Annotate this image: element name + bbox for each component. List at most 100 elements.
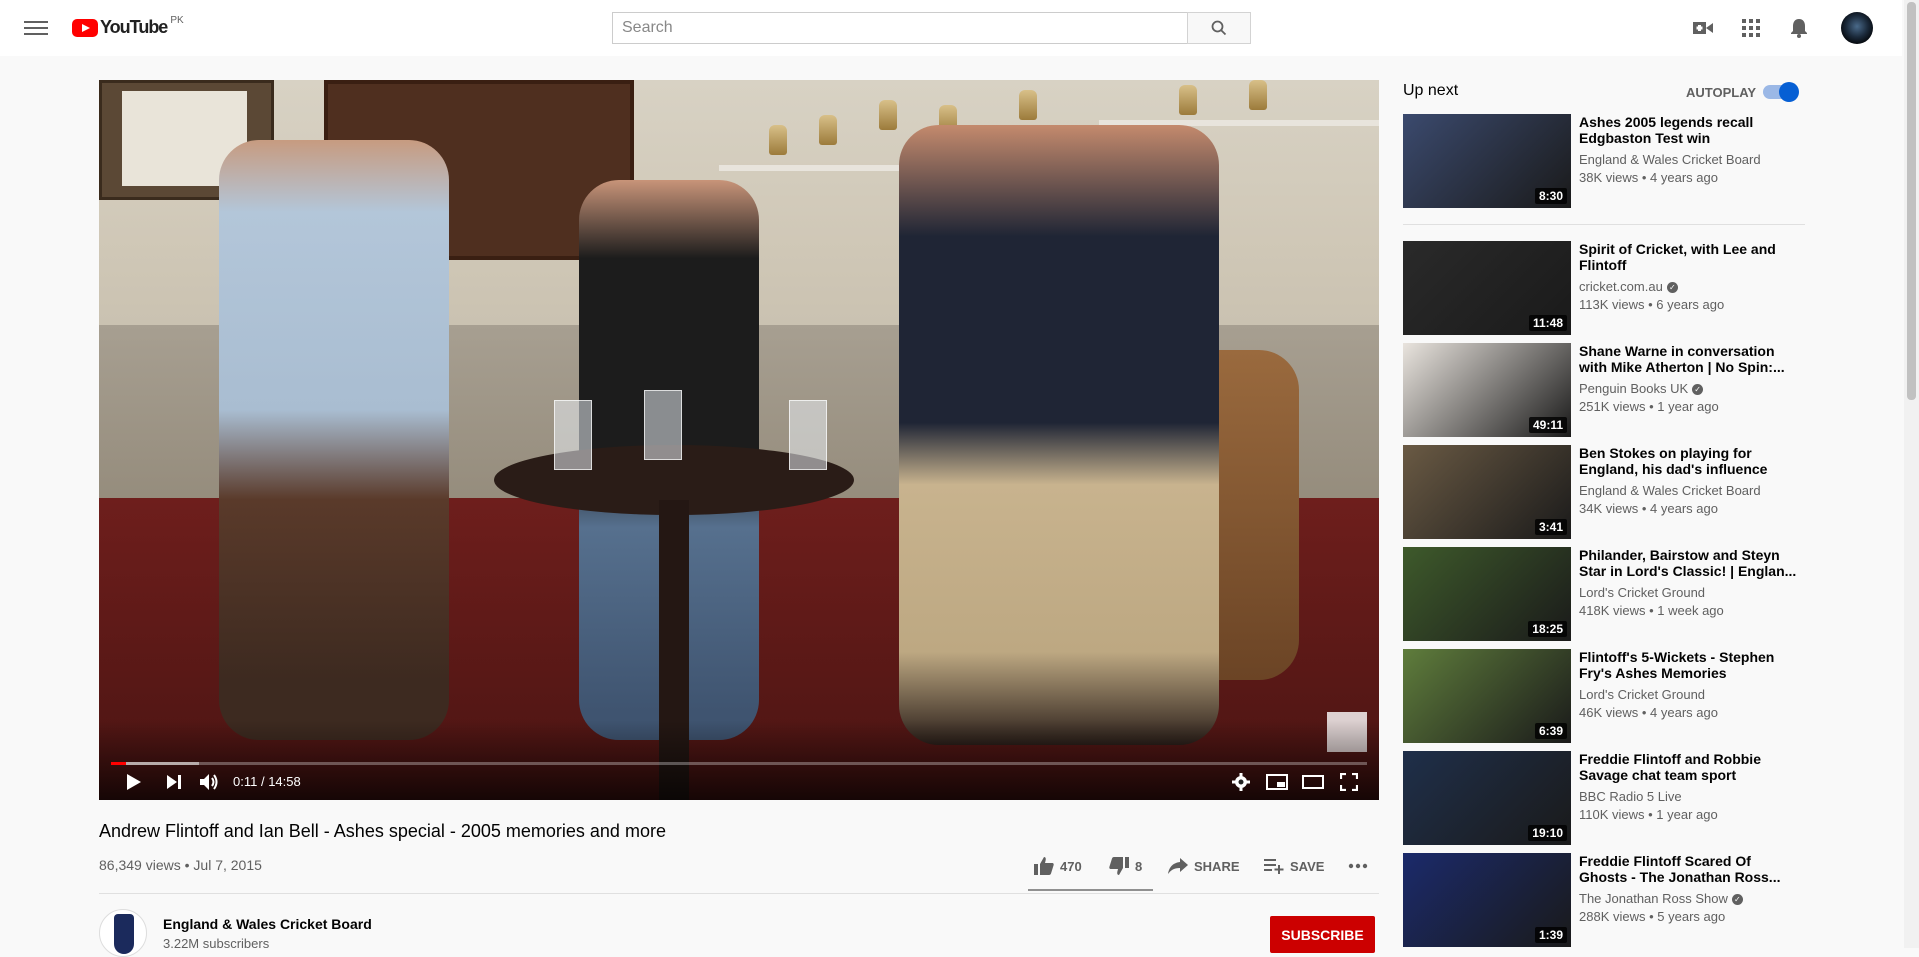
subscriber-count: 3.22M subscribers [163,936,270,951]
video-thumbnail[interactable]: 8:30 [1403,114,1571,208]
youtube-logo-icon [72,19,98,37]
masthead: YouTube PK Search [0,0,1902,56]
recommended-meta: 110K views • 1 year ago [1579,807,1718,822]
recommended-title[interactable]: Shane Warne in conversation with Mike At… [1579,343,1797,375]
notifications-icon[interactable] [1787,16,1811,40]
progress-bar[interactable] [111,762,1367,765]
recommended-video[interactable]: 6:39 Flintoff's 5-Wickets - Stephen Fry's… [1403,649,1805,743]
duration-badge: 8:30 [1534,188,1567,204]
channel-name[interactable]: England & Wales Cricket Board [163,916,372,932]
country-code: PK [170,15,184,26]
recommended-title[interactable]: Spirit of Cricket, with Lee and Flintoff [1579,241,1797,273]
fullscreen-icon [1340,773,1358,791]
recommended-title[interactable]: Ben Stokes on playing for England, his d… [1579,445,1797,477]
like-button[interactable]: 470 [1034,854,1082,878]
recommended-channel[interactable]: England & Wales Cricket Board [1579,152,1797,167]
duration-badge: 11:48 [1528,315,1567,331]
search-button[interactable] [1187,12,1251,44]
duration-badge: 6:39 [1534,723,1567,739]
recommended-video[interactable]: 11:48 Spirit of Cricket, with Lee and Fli… [1403,241,1805,335]
verified-icon: ✓ [1666,282,1678,294]
next-icon [167,775,181,789]
recommended-title[interactable]: Flintoff's 5-Wickets - Stephen Fry's Ash… [1579,649,1797,681]
recommended-channel[interactable]: Penguin Books UK ✓ [1579,381,1797,396]
volume-icon [200,774,218,790]
duration-badge: 3:41 [1534,519,1567,535]
recommended-channel[interactable]: England & Wales Cricket Board [1579,483,1797,498]
verified-icon: ✓ [1731,894,1743,906]
recommended-title[interactable]: Philander, Bairstow and Steyn Star in Lo… [1579,547,1797,579]
recommended-meta: 46K views • 4 years ago [1579,705,1718,720]
verified-icon: ✓ [1692,384,1704,396]
channel-avatar[interactable] [99,909,147,957]
account-avatar[interactable] [1841,12,1873,44]
recommended-channel[interactable]: The Jonathan Ross Show ✓ [1579,891,1797,906]
theater-icon [1302,775,1324,789]
autoplay-label: AUTOPLAY [1686,85,1757,100]
more-actions-button[interactable] [1348,854,1374,878]
recommended-channel[interactable]: Lord's Cricket Ground [1579,585,1797,600]
video-thumbnail[interactable]: 11:48 [1403,241,1571,335]
recommended-video[interactable]: 1:39 Freddie Flintoff Scared Of Ghosts - … [1403,853,1805,947]
fullscreen-button[interactable] [1337,770,1361,794]
logo-text: YouTube [100,17,168,37]
duration: 14:58 [268,774,301,789]
recommended-video[interactable]: 18:25 Philander, Bairstow and Steyn Star … [1403,547,1805,641]
recommended-video[interactable]: 3:41 Ben Stokes on playing for England, h… [1403,445,1805,539]
video-title: Andrew Flintoff and Ian Bell - Ashes spe… [99,821,666,841]
recommended-video[interactable]: 49:11 Shane Warne in conversation with Mi… [1403,343,1805,437]
recommended-video[interactable]: 8:30 Ashes 2005 legends recall Edgbaston … [1403,114,1805,208]
play-icon [127,774,141,790]
recommended-title[interactable]: Freddie Flintoff Scared Of Ghosts - The … [1579,853,1797,885]
duration-badge: 49:11 [1528,417,1567,433]
search-input[interactable]: Search [612,12,1251,44]
view-count: 86,349 views [99,857,181,873]
gear-icon [1232,773,1250,791]
theater-mode-button[interactable] [1301,770,1325,794]
up-next-heading: Up next [1403,82,1459,99]
next-button[interactable] [162,770,186,794]
video-player[interactable] [99,80,1379,800]
dislike-button[interactable]: 8 [1109,854,1142,878]
volume-button[interactable] [198,770,222,794]
save-button[interactable]: SAVE [1264,854,1324,878]
recommended-title[interactable]: Freddie Flintoff and Robbie Savage chat … [1579,751,1797,783]
progress-played [111,762,127,765]
recommended-meta: 113K views • 6 years ago [1579,297,1725,312]
dislike-count: 8 [1135,858,1143,874]
video-thumbnail[interactable]: 3:41 [1403,445,1571,539]
menu-icon[interactable] [24,18,48,38]
recommended-meta: 288K views • 5 years ago [1579,909,1726,924]
video-frame [99,80,1379,800]
apps-icon[interactable] [1739,16,1763,40]
recommended-meta: 251K views • 1 year ago [1579,399,1719,414]
thumbs-down-icon [1109,857,1129,875]
video-thumbnail[interactable]: 19:10 [1403,751,1571,845]
recommended-channel[interactable]: Lord's Cricket Ground [1579,687,1797,702]
youtube-logo[interactable]: YouTube PK [72,15,184,39]
like-ratio-bar [1028,889,1153,891]
thumbs-up-icon [1034,857,1054,875]
search-icon [1211,20,1227,36]
miniplayer-button[interactable] [1265,770,1289,794]
play-button[interactable] [122,770,146,794]
share-button[interactable]: SHARE [1168,854,1240,878]
recommended-channel[interactable]: BBC Radio 5 Live [1579,789,1797,804]
settings-button[interactable] [1229,770,1253,794]
autoplay-toggle[interactable] [1763,82,1799,102]
video-meta: 86,349 views • Jul 7, 2015 [99,857,262,873]
like-count: 470 [1060,858,1082,874]
duration-badge: 18:25 [1528,621,1567,637]
video-thumbnail[interactable]: 18:25 [1403,547,1571,641]
recommended-channel[interactable]: cricket.com.au ✓ [1579,279,1797,294]
current-time: 0:11 [233,774,258,789]
page-scrollbar[interactable] [1904,0,1919,948]
video-thumbnail[interactable]: 49:11 [1403,343,1571,437]
recommended-title[interactable]: Ashes 2005 legends recall Edgbaston Test… [1579,114,1797,146]
recommended-video[interactable]: 19:10 Freddie Flintoff and Robbie Savage … [1403,751,1805,845]
upload-date: Jul 7, 2015 [193,857,262,873]
create-video-icon[interactable] [1691,16,1715,40]
video-thumbnail[interactable]: 1:39 [1403,853,1571,947]
video-thumbnail[interactable]: 6:39 [1403,649,1571,743]
subscribe-button[interactable]: SUBSCRIBE [1270,916,1375,953]
